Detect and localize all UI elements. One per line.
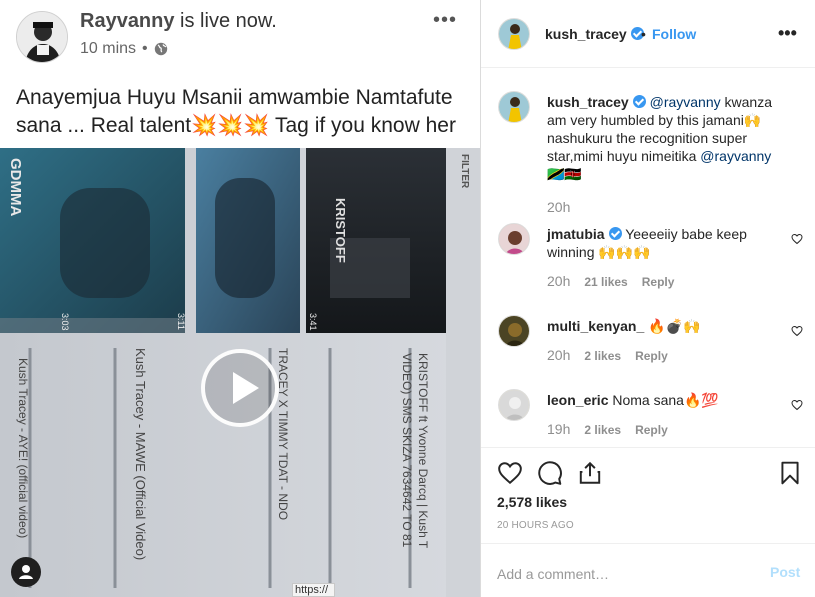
caption-text: kush_tracey @rayvanny kwanza am very hum… <box>547 93 792 183</box>
share-icon[interactable] <box>577 460 603 486</box>
video-text-kristoff: KRISTOFF <box>333 198 348 263</box>
video-text-mawe: Kush Tracey - MAWE (Official Video) <box>133 348 148 561</box>
video-duration-3: 3:03 <box>60 313 70 331</box>
heart-icon[interactable] <box>791 325 803 337</box>
status-url: https:// <box>292 583 335 597</box>
video-text-gdmma: GDMMA <box>7 158 24 217</box>
comment-time[interactable]: 20h <box>547 273 570 289</box>
video-player[interactable]: GDMMA KRISTOFF FILTER Kush Tracey - MAWE… <box>0 148 480 597</box>
video-duration-2: 3:41 <box>308 313 318 331</box>
user-icon-glyph <box>19 565 33 579</box>
mention-link[interactable]: @rayvanny <box>650 94 721 110</box>
likes-count[interactable]: 2,578 likes <box>497 494 567 510</box>
more-options-button[interactable]: ••• <box>778 24 797 42</box>
video-text-aye: Kush Tracey - AYE! (official video) <box>16 358 30 539</box>
facebook-post: Rayvanny is live now. 10 mins • ••• Anay… <box>0 0 480 597</box>
comment-avatar-image <box>499 224 529 254</box>
add-comment-bar: Post <box>481 543 815 597</box>
post-header: Rayvanny is live now. 10 mins • ••• <box>0 0 480 70</box>
post-options-button[interactable]: ••• <box>430 10 460 30</box>
comment-username[interactable]: leon_eric <box>547 392 608 408</box>
post-time[interactable]: 10 mins <box>80 40 136 58</box>
comment-username[interactable]: multi_kenyan_ <box>547 318 644 334</box>
post-actions: 2,578 likes 20 HOURS AGO <box>481 447 815 543</box>
comment-body: 🔥💣🙌 <box>644 318 701 334</box>
comment-body: Noma sana🔥💯 <box>608 392 719 408</box>
instagram-panel: kush_tracey • Follow ••• kush_tracey @ra… <box>480 0 815 597</box>
caption-meta: 20h <box>547 199 570 215</box>
post-meta: 10 mins • <box>80 40 168 58</box>
author-line: Rayvanny is live now. <box>80 10 277 33</box>
mention-link[interactable]: @rayvanny <box>700 148 771 164</box>
heart-icon[interactable] <box>497 460 523 486</box>
comment-icon[interactable] <box>537 460 563 486</box>
comments-list[interactable]: kush_tracey @rayvanny kwanza am very hum… <box>481 69 815 447</box>
reply-button[interactable]: Reply <box>635 349 668 363</box>
post-caption: Anayemjua Huyu Msanii amwambie Namtafute… <box>16 86 456 137</box>
reply-button[interactable]: Reply <box>642 275 675 289</box>
caption-avatar[interactable] <box>498 91 530 123</box>
caption-time[interactable]: 20h <box>547 199 570 215</box>
comment-text: multi_kenyan_ 🔥💣🙌 <box>547 317 792 335</box>
video-text-tracey-timmy: TRACEY X TIMMY TDAT - NDO <box>276 348 290 521</box>
author-avatar-image <box>17 12 67 62</box>
caption-username[interactable]: kush_tracey <box>547 94 629 110</box>
author-avatar[interactable] <box>16 11 68 63</box>
header-username[interactable]: kush_tracey <box>545 26 644 42</box>
comment-text: jmatubia Yeeeeiiy babe keep winning 🙌🙌🙌 <box>547 225 792 261</box>
bookmark-icon[interactable] <box>777 460 803 486</box>
header-avatar-image <box>499 19 529 49</box>
comment-text: leon_eric Noma sana🔥💯 <box>547 391 792 409</box>
reply-button[interactable]: Reply <box>635 423 668 437</box>
post-time[interactable]: 20 HOURS AGO <box>497 520 574 531</box>
meta-separator: • <box>142 40 148 57</box>
comment-avatar-image <box>499 390 529 420</box>
comment-likes[interactable]: 2 likes <box>584 423 621 437</box>
heart-icon[interactable] <box>791 233 803 245</box>
play-icon[interactable] <box>201 349 279 427</box>
caption-avatar-image <box>499 92 529 122</box>
comment-meta: 19h 2 likes Reply <box>547 421 668 437</box>
header-avatar[interactable] <box>498 18 530 50</box>
video-text-sms: VIDEO) SMS SKIZA 7634642 TO 81 <box>400 353 414 548</box>
comment-likes[interactable]: 2 likes <box>584 349 621 363</box>
header-username-text: kush_tracey <box>545 26 627 42</box>
verified-icon <box>608 227 622 240</box>
comment-avatar-image <box>499 316 529 346</box>
heart-icon[interactable] <box>791 399 803 411</box>
header-separator: • <box>641 26 646 42</box>
comment-avatar[interactable] <box>498 223 530 255</box>
comment-time[interactable]: 20h <box>547 347 570 363</box>
comment-time[interactable]: 19h <box>547 421 570 437</box>
video-text-kristoff-ft: KRISTOFF ft Yvonne Darcq | Kush T <box>416 353 430 549</box>
video-duration-1: 3:11 <box>176 313 186 330</box>
user-icon[interactable] <box>11 557 41 587</box>
verified-icon <box>632 95 646 108</box>
ig-header: kush_tracey • Follow ••• <box>481 0 815 68</box>
comment-input[interactable] <box>497 564 757 584</box>
caption-body-2: 🇹🇿🇰🇪 <box>547 166 582 182</box>
globe-icon <box>154 42 167 56</box>
follow-button[interactable]: Follow <box>652 26 696 42</box>
author-name[interactable]: Rayvanny <box>80 10 175 32</box>
comment-avatar[interactable] <box>498 315 530 347</box>
comment-avatar[interactable] <box>498 389 530 421</box>
live-status: is live now. <box>174 10 277 32</box>
video-text-filter: FILTER <box>459 154 470 189</box>
comment-meta: 20h 21 likes Reply <box>547 273 674 289</box>
comment-username[interactable]: jmatubia <box>547 226 605 242</box>
comment-meta: 20h 2 likes Reply <box>547 347 668 363</box>
comment-likes[interactable]: 21 likes <box>584 275 627 289</box>
post-button[interactable]: Post <box>770 564 800 580</box>
screenshot-root: Rayvanny is live now. 10 mins • ••• Anay… <box>0 0 815 597</box>
